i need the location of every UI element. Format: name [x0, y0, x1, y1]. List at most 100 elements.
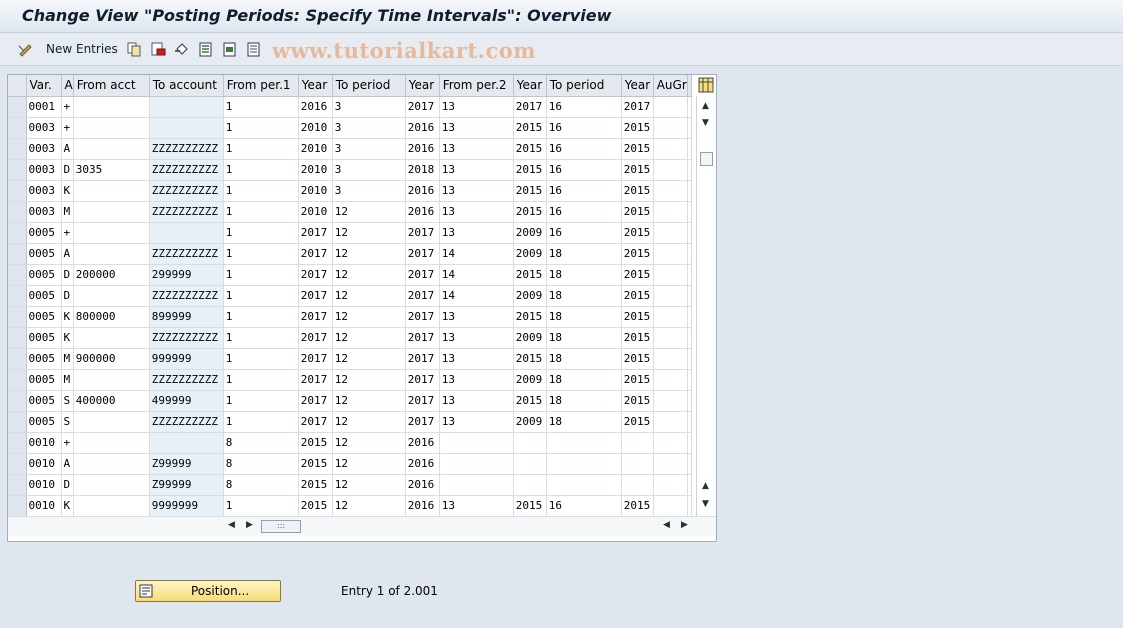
cell-variant[interactable]: 0003 — [26, 159, 62, 181]
row-selector[interactable] — [8, 432, 27, 454]
cell-to-period-1[interactable]: 12 — [332, 348, 406, 370]
cell-year-2-end[interactable]: 2015 — [621, 117, 654, 139]
cell-to-period-1[interactable]: 3 — [332, 138, 406, 160]
cell-from-period-2[interactable]: 14 — [439, 264, 514, 286]
cell-to-period-1[interactable]: 12 — [332, 306, 406, 328]
cell-from-period-2[interactable]: 13 — [439, 306, 514, 328]
cell-to-period-1[interactable]: 12 — [332, 222, 406, 244]
row-selector[interactable] — [8, 390, 27, 412]
cell-to-account[interactable]: ZZZZZZZZZZ — [149, 327, 224, 349]
cell-account-type[interactable]: M — [61, 369, 74, 391]
cell-account-type[interactable]: + — [61, 432, 74, 454]
row-selector[interactable] — [8, 117, 27, 139]
cell-to-period-2[interactable]: 16 — [546, 495, 622, 517]
cell-year-2[interactable] — [513, 453, 547, 475]
cell-year-1[interactable]: 2010 — [298, 138, 333, 160]
cell-account-type[interactable]: S — [61, 411, 74, 433]
cell-variant[interactable]: 0005 — [26, 222, 62, 244]
cell-variant[interactable]: 0005 — [26, 369, 62, 391]
cell-to-period-2[interactable]: 18 — [546, 285, 622, 307]
cell-auth-group[interactable] — [653, 432, 688, 454]
cell-account-type[interactable]: D — [61, 159, 74, 181]
cell-auth-group[interactable] — [653, 348, 688, 370]
cell-year-2-end[interactable] — [621, 432, 654, 454]
cell-variant[interactable]: 0010 — [26, 453, 62, 475]
cell-from-period-2[interactable]: 13 — [439, 495, 514, 517]
cell-auth-group[interactable] — [653, 201, 688, 223]
cell-year-2-end[interactable]: 2015 — [621, 159, 654, 181]
cell-year-1-end[interactable]: 2016 — [405, 201, 440, 223]
cell-auth-group[interactable] — [653, 306, 688, 328]
cell-from-account[interactable] — [73, 411, 150, 433]
cell-year-2-end[interactable]: 2015 — [621, 138, 654, 160]
cell-from-account[interactable] — [73, 285, 150, 307]
cell-to-account[interactable]: ZZZZZZZZZZ — [149, 159, 224, 181]
cell-year-1[interactable]: 2017 — [298, 222, 333, 244]
cell-from-period-1[interactable]: 1 — [223, 390, 299, 412]
cell-year-1[interactable]: 2017 — [298, 285, 333, 307]
cell-year-1-end[interactable]: 2017 — [405, 390, 440, 412]
cell-from-account[interactable]: 3035 — [73, 159, 150, 181]
column-header-year-2[interactable]: Year — [513, 75, 547, 97]
cell-from-period-2[interactable]: 13 — [439, 159, 514, 181]
cell-variant[interactable]: 0010 — [26, 432, 62, 454]
cell-to-period-2[interactable]: 18 — [546, 411, 622, 433]
cell-variant[interactable]: 0005 — [26, 285, 62, 307]
cell-from-period-2[interactable]: 13 — [439, 117, 514, 139]
cell-from-period-2[interactable] — [439, 453, 514, 475]
cell-from-account[interactable]: 800000 — [73, 306, 150, 328]
cell-variant[interactable]: 0003 — [26, 180, 62, 202]
scroll-right-icon[interactable]: ▶ — [246, 520, 253, 530]
cell-year-2-end[interactable]: 2015 — [621, 222, 654, 244]
row-selector[interactable] — [8, 453, 27, 475]
cell-auth-group[interactable] — [653, 474, 688, 496]
cell-year-1[interactable]: 2017 — [298, 348, 333, 370]
cell-year-2-end[interactable]: 2015 — [621, 201, 654, 223]
column-header-variant[interactable]: Var. — [26, 75, 62, 97]
cell-year-2-end[interactable]: 2017 — [621, 96, 654, 118]
column-header-from-period-2[interactable]: From per.2 — [439, 75, 514, 97]
cell-from-account[interactable] — [73, 495, 150, 517]
cell-year-1-end[interactable]: 2016 — [405, 117, 440, 139]
cell-from-period-1[interactable]: 8 — [223, 453, 299, 475]
cell-year-2[interactable]: 2009 — [513, 411, 547, 433]
cell-to-period-2[interactable] — [546, 474, 622, 496]
undo-icon[interactable] — [174, 41, 190, 57]
select-all-icon[interactable] — [198, 41, 214, 57]
cell-variant[interactable]: 0003 — [26, 138, 62, 160]
cell-year-1-end[interactable]: 2016 — [405, 495, 440, 517]
cell-account-type[interactable]: K — [61, 495, 74, 517]
cell-from-period-2[interactable]: 13 — [439, 222, 514, 244]
cell-to-account[interactable]: Z99999 — [149, 453, 224, 475]
cell-to-period-2[interactable]: 16 — [546, 180, 622, 202]
column-header-from-account[interactable]: From acct — [73, 75, 150, 97]
cell-year-2[interactable]: 2009 — [513, 327, 547, 349]
cell-to-account[interactable]: ZZZZZZZZZZ — [149, 369, 224, 391]
cell-to-account[interactable]: 9999999 — [149, 495, 224, 517]
scroll-left-icon[interactable]: ◀ — [228, 520, 235, 530]
deselect-all-icon[interactable] — [246, 41, 262, 57]
cell-year-1[interactable]: 2017 — [298, 306, 333, 328]
cell-account-type[interactable]: A — [61, 243, 74, 265]
cell-from-period-1[interactable]: 1 — [223, 117, 299, 139]
cell-year-1[interactable]: 2010 — [298, 117, 333, 139]
cell-to-period-2[interactable]: 16 — [546, 96, 622, 118]
cell-year-1-end[interactable]: 2017 — [405, 369, 440, 391]
cell-year-2-end[interactable]: 2015 — [621, 390, 654, 412]
delete-icon[interactable] — [150, 41, 166, 57]
cell-from-account[interactable] — [73, 474, 150, 496]
new-entries-button[interactable]: New Entries — [46, 42, 118, 56]
cell-year-1-end[interactable]: 2017 — [405, 96, 440, 118]
row-selector[interactable] — [8, 159, 27, 181]
cell-year-1[interactable]: 2017 — [298, 327, 333, 349]
vertical-scrollbar[interactable]: ▲ ▼ ▲ ▼ — [696, 96, 716, 516]
cell-year-2[interactable]: 2015 — [513, 348, 547, 370]
cell-year-2[interactable]: 2015 — [513, 264, 547, 286]
cell-account-type[interactable]: M — [61, 348, 74, 370]
row-selector[interactable] — [8, 369, 27, 391]
cell-to-account[interactable]: ZZZZZZZZZZ — [149, 180, 224, 202]
cell-from-period-1[interactable]: 1 — [223, 243, 299, 265]
row-selector[interactable] — [8, 306, 27, 328]
cell-variant[interactable]: 0005 — [26, 327, 62, 349]
cell-from-period-2[interactable]: 13 — [439, 180, 514, 202]
